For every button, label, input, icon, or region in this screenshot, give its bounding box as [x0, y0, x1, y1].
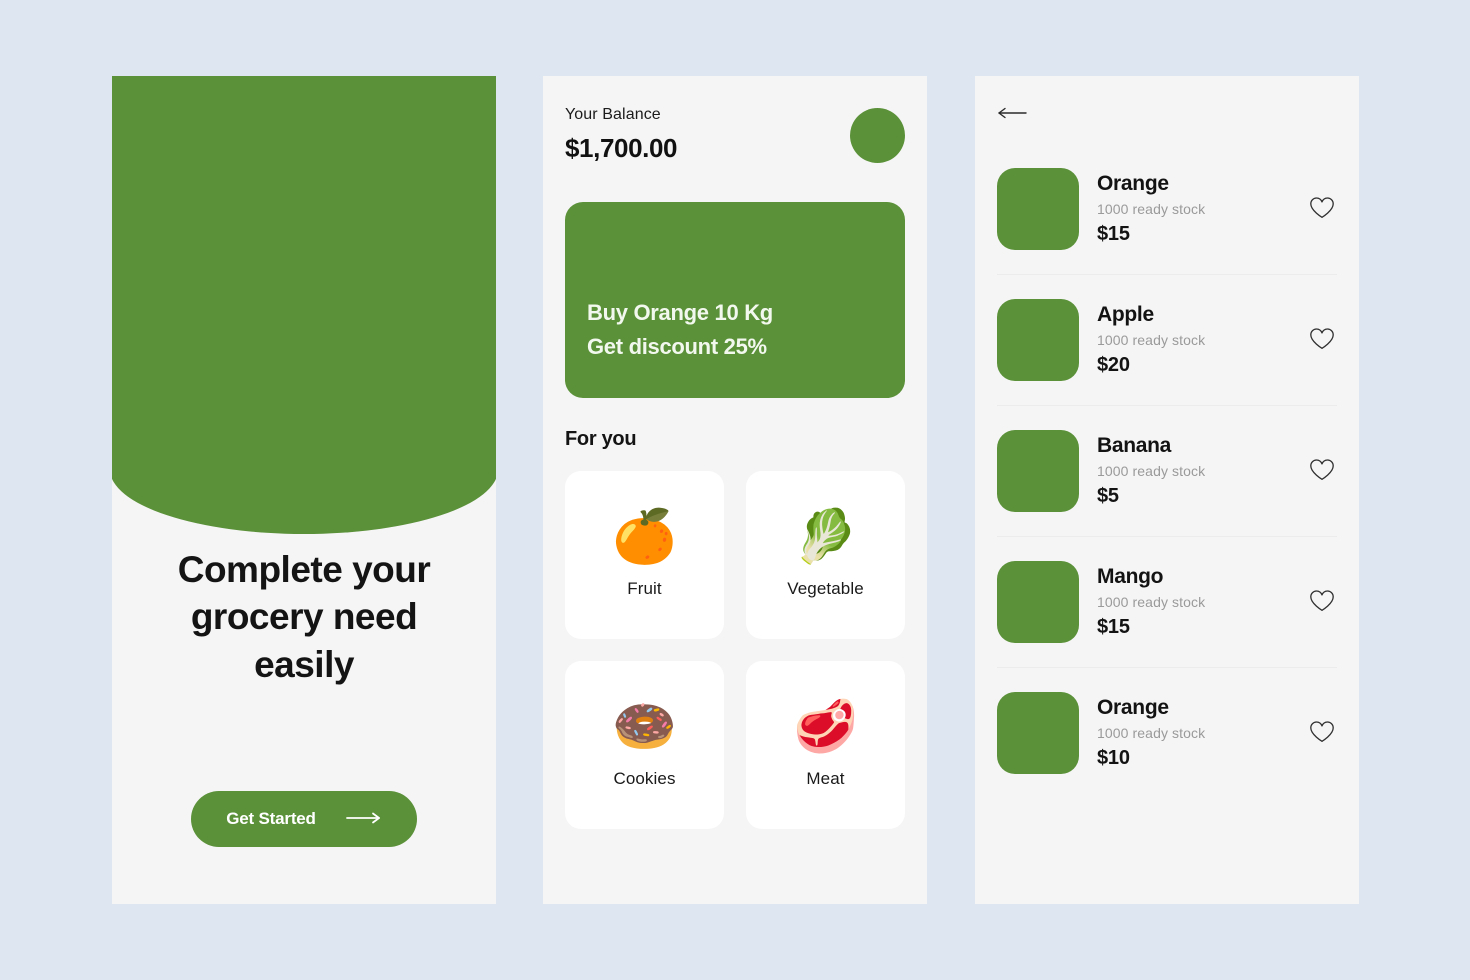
home-screen: Your Balance $1,700.00 Buy Orange 10 Kg …: [543, 76, 927, 904]
category-grid: 🍊 Fruit 🥬 Vegetable 🍩 Cookies 🥩 Meat: [565, 471, 905, 829]
product-name: Mango: [1097, 565, 1164, 588]
category-card-cookies[interactable]: 🍩 Cookies: [565, 661, 724, 829]
product-list-screen: Orange 1000 ready stock $15 Apple 1000 r…: [975, 76, 1359, 904]
hero-illustration-area: [112, 76, 496, 534]
onboarding-title: Complete your grocery need easily: [177, 549, 431, 685]
table-row[interactable]: Apple 1000 ready stock $20: [997, 275, 1337, 406]
balance-label: Your Balance: [565, 106, 661, 123]
product-stock: 1000 ready stock: [1097, 725, 1206, 741]
heart-outline-icon: [1309, 196, 1335, 223]
arrow-right-icon: [345, 809, 382, 829]
category-label-meat: Meat: [806, 769, 845, 788]
product-name: Orange: [1097, 696, 1169, 719]
onboarding-copy: Complete your grocery need easily: [112, 546, 496, 688]
balance-block: Your Balance $1,700.00: [565, 106, 677, 164]
product-stock: 1000 ready stock: [1097, 594, 1206, 610]
donut-icon: 🍩: [612, 698, 677, 756]
heart-outline-icon: [1309, 589, 1335, 616]
product-price: $15: [1097, 223, 1130, 245]
leafy-green-icon: 🥬: [793, 508, 858, 566]
product-thumbnail: [997, 561, 1079, 643]
category-card-fruit[interactable]: 🍊 Fruit: [565, 471, 724, 639]
product-info: Mango 1000 ready stock $15: [1097, 565, 1289, 639]
favorite-button[interactable]: [1307, 194, 1337, 224]
product-thumbnail: [997, 430, 1079, 512]
balance-header: Your Balance $1,700.00: [565, 106, 905, 180]
product-name: Apple: [1097, 303, 1154, 326]
back-button[interactable]: [997, 98, 1037, 130]
product-stock: 1000 ready stock: [1097, 463, 1206, 479]
product-thumbnail: [997, 692, 1079, 774]
avatar[interactable]: [850, 108, 905, 163]
screens-canvas: Complete your grocery need easily Get St…: [0, 0, 1470, 980]
for-you-heading: For you: [565, 428, 637, 450]
product-price: $15: [1097, 616, 1130, 638]
table-row[interactable]: Orange 1000 ready stock $15: [997, 144, 1337, 275]
onboarding-cta-area: Get Started: [112, 791, 496, 847]
product-info: Banana 1000 ready stock $5: [1097, 434, 1289, 508]
heart-outline-icon: [1309, 720, 1335, 747]
product-name: Orange: [1097, 172, 1169, 195]
meat-cut-icon: 🥩: [793, 698, 858, 756]
balance-amount: $1,700.00: [565, 133, 678, 163]
arrow-left-icon: [997, 107, 1027, 122]
product-stock: 1000 ready stock: [1097, 332, 1206, 348]
table-row[interactable]: Banana 1000 ready stock $5: [997, 406, 1337, 537]
promo-line-1: Buy Orange 10 Kg: [587, 299, 773, 325]
heart-outline-icon: [1309, 458, 1335, 485]
product-thumbnail: [997, 299, 1079, 381]
promo-line-2: Get discount 25%: [587, 333, 767, 359]
category-label-fruit: Fruit: [627, 579, 662, 598]
category-card-meat[interactable]: 🥩 Meat: [746, 661, 905, 829]
favorite-button[interactable]: [1307, 456, 1337, 486]
product-list: Orange 1000 ready stock $15 Apple 1000 r…: [997, 144, 1337, 798]
product-info: Orange 1000 ready stock $15: [1097, 172, 1289, 246]
product-thumbnail: [997, 168, 1079, 250]
product-name: Banana: [1097, 434, 1172, 457]
get-started-button[interactable]: Get Started: [191, 791, 417, 847]
get-started-label: Get Started: [226, 809, 316, 828]
category-label-cookies: Cookies: [613, 769, 676, 788]
product-stock: 1000 ready stock: [1097, 201, 1206, 217]
category-label-vegetable: Vegetable: [787, 579, 864, 598]
product-price: $10: [1097, 747, 1130, 769]
product-price: $20: [1097, 354, 1130, 376]
favorite-button[interactable]: [1307, 587, 1337, 617]
onboarding-screen: Complete your grocery need easily Get St…: [112, 76, 496, 904]
heart-outline-icon: [1309, 327, 1335, 354]
table-row[interactable]: Mango 1000 ready stock $15: [997, 537, 1337, 668]
product-info: Apple 1000 ready stock $20: [1097, 303, 1289, 377]
favorite-button[interactable]: [1307, 718, 1337, 748]
orange-fruit-icon: 🍊: [612, 508, 677, 566]
category-card-vegetable[interactable]: 🥬 Vegetable: [746, 471, 905, 639]
promo-banner[interactable]: Buy Orange 10 Kg Get discount 25%: [565, 202, 905, 398]
product-price: $5: [1097, 485, 1119, 507]
favorite-button[interactable]: [1307, 325, 1337, 355]
table-row[interactable]: Orange 1000 ready stock $10: [997, 668, 1337, 798]
product-info: Orange 1000 ready stock $10: [1097, 696, 1289, 770]
